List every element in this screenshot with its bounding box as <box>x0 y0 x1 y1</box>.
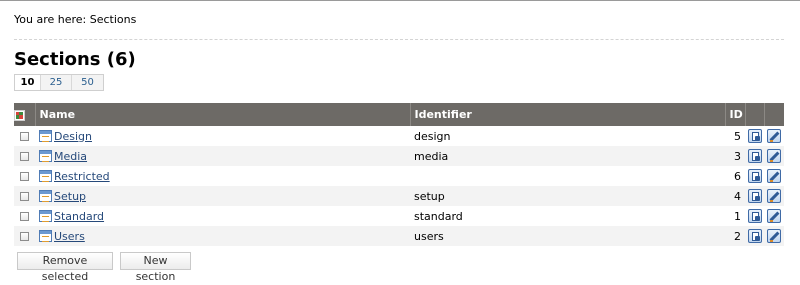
assign-icon[interactable] <box>747 149 762 163</box>
edit-icon[interactable] <box>767 229 781 243</box>
assign-icon[interactable] <box>747 209 762 223</box>
assign-icon[interactable] <box>747 169 762 183</box>
assign-cell <box>745 146 764 166</box>
id-cell: 6 <box>725 166 745 186</box>
table-row: Users users 2 <box>14 226 784 246</box>
name-cell: Restricted <box>35 166 410 186</box>
limit-switcher: 10 25 50 <box>14 74 104 91</box>
column-header-name: Name <box>35 103 411 126</box>
sections-table: Name Identifier ID Design design 5 Media… <box>14 103 784 246</box>
row-checkbox[interactable] <box>20 172 29 181</box>
limit-25-button[interactable]: 25 <box>41 75 72 90</box>
id-cell: 5 <box>725 126 745 146</box>
section-icon <box>39 150 52 162</box>
table-row: Media media 3 <box>14 146 784 166</box>
assign-icon[interactable] <box>747 229 762 243</box>
name-cell: Users <box>35 226 410 246</box>
table-row: Setup setup 4 <box>14 186 784 206</box>
table-row: Standard standard 1 <box>14 206 784 226</box>
section-icon <box>39 170 52 182</box>
row-checkbox-cell <box>14 226 35 246</box>
edit-icon[interactable] <box>767 209 781 223</box>
edit-icon[interactable] <box>767 149 781 163</box>
row-checkbox[interactable] <box>20 152 29 161</box>
edit-cell <box>764 186 784 206</box>
column-header-identifier: Identifier <box>410 103 726 126</box>
row-checkbox[interactable] <box>20 192 29 201</box>
section-name-link[interactable]: Users <box>54 230 85 243</box>
id-cell: 4 <box>725 186 745 206</box>
edit-cell <box>764 146 784 166</box>
section-name-link[interactable]: Setup <box>54 190 86 203</box>
remove-selected-button[interactable]: Remove selected <box>17 252 113 283</box>
identifier-cell: media <box>410 146 725 166</box>
section-name-link[interactable]: Standard <box>54 210 104 223</box>
column-header-edit <box>764 103 784 126</box>
new-section-button[interactable]: New section <box>120 252 191 283</box>
row-checkbox-cell <box>14 166 35 186</box>
row-checkbox[interactable] <box>20 212 29 221</box>
assign-cell <box>745 206 764 226</box>
section-name-link[interactable]: Media <box>54 150 87 163</box>
column-header-id: ID <box>725 103 746 126</box>
section-icon <box>39 230 52 242</box>
name-cell: Standard <box>35 206 410 226</box>
name-cell: Design <box>35 126 410 146</box>
limit-50-button[interactable]: 50 <box>72 75 103 90</box>
edit-cell <box>764 126 784 146</box>
assign-cell <box>745 186 764 206</box>
row-checkbox[interactable] <box>20 132 29 141</box>
edit-icon[interactable] <box>767 189 781 203</box>
row-checkbox-cell <box>14 206 35 226</box>
limit-10-button[interactable]: 10 <box>15 75 41 90</box>
section-name-link[interactable]: Restricted <box>54 170 110 183</box>
invert-selection-icon[interactable] <box>14 109 25 121</box>
section-name-link[interactable]: Design <box>54 130 92 143</box>
identifier-cell <box>410 166 725 186</box>
edit-cell <box>764 166 784 186</box>
section-icon <box>39 190 52 202</box>
section-icon <box>39 130 52 142</box>
identifier-cell: standard <box>410 206 725 226</box>
section-icon <box>39 210 52 222</box>
name-cell: Media <box>35 146 410 166</box>
column-header-assign <box>745 103 765 126</box>
edit-cell <box>764 206 784 226</box>
assign-cell <box>745 226 764 246</box>
identifier-cell: users <box>410 226 725 246</box>
id-cell: 1 <box>725 206 745 226</box>
assign-cell <box>745 126 764 146</box>
table-row: Design design 5 <box>14 126 784 146</box>
table-row: Restricted 6 <box>14 166 784 186</box>
name-cell: Setup <box>35 186 410 206</box>
row-checkbox[interactable] <box>20 232 29 241</box>
edit-icon[interactable] <box>767 169 781 183</box>
identifier-cell: setup <box>410 186 725 206</box>
row-checkbox-cell <box>14 126 35 146</box>
row-checkbox-cell <box>14 146 35 166</box>
breadcrumb: You are here: Sections <box>14 13 137 26</box>
edit-icon[interactable] <box>767 129 781 143</box>
assign-icon[interactable] <box>747 189 762 203</box>
invert-selection-header[interactable] <box>14 103 36 126</box>
assign-icon[interactable] <box>747 129 762 143</box>
id-cell: 3 <box>725 146 745 166</box>
breadcrumb-divider <box>14 39 784 40</box>
edit-cell <box>764 226 784 246</box>
table-header-row: Name Identifier ID <box>14 103 784 126</box>
page-title: Sections (6) <box>14 49 136 70</box>
row-checkbox-cell <box>14 186 35 206</box>
assign-cell <box>745 166 764 186</box>
id-cell: 2 <box>725 226 745 246</box>
identifier-cell: design <box>410 126 725 146</box>
